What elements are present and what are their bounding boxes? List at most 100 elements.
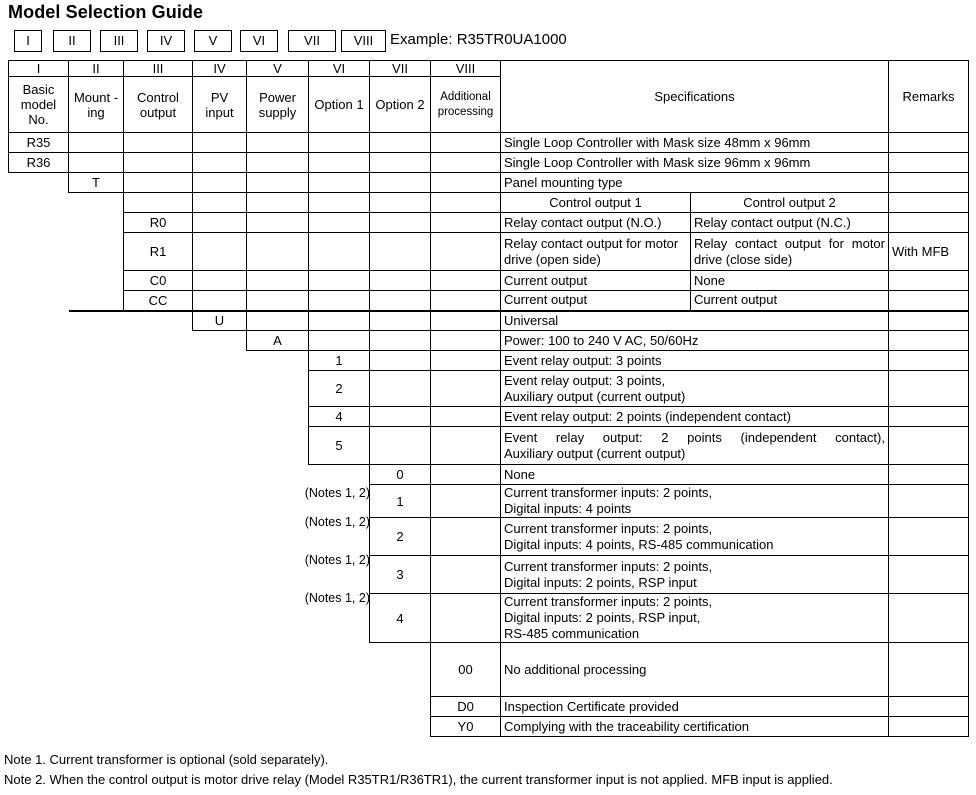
cell-col-8 [430,309,501,331]
subheader-spacer-2 [69,193,124,213]
code-4: 4 [308,406,370,427]
spec-line: Event relay output: 2 points (independen… [504,429,885,445]
spec-text: Inspection Certificate provided [500,696,889,717]
cell-col-7 [369,132,431,153]
cell-col-7 [369,270,431,291]
code-CC: CC [123,290,193,311]
remark-text [888,172,969,193]
cell-col-5 [247,427,309,465]
spec-text: Event relay output: 2 points (independen… [500,406,889,427]
cell-col-8 [430,464,501,485]
cell-col-7 [369,152,431,173]
cell-col-4 [192,172,247,193]
cell-col-5 [247,351,309,371]
cell-col-5 [247,465,309,485]
cell-col-7 [370,643,431,697]
spec-control-output-2: Current output [690,290,889,311]
key-box-iv: IV [147,30,185,52]
table-row: 4 Current transformer inputs: 2 points, Di… [9,593,969,643]
cell-col-8 [430,270,501,291]
cell-col-2 [69,371,124,407]
code-1: 1 [308,350,370,371]
spec-line: Auxiliary output (current output) [504,445,686,461]
footnotes: Note 1. Current transformer is optional … [4,750,833,790]
cell-col-1 [9,213,69,233]
code-A: A [246,330,309,351]
cell-col-2 [69,643,124,697]
cell-col-1 [9,233,69,271]
cell-col-6 [308,152,370,173]
remark-text: With MFB [888,232,969,271]
cell-col-6 [308,172,370,193]
table-row: R1 Relay contact output for motor drive (… [9,232,969,271]
code-T: T [68,172,124,193]
cell-col-1 [9,594,69,643]
spec-line: Digital inputs: 2 points, RSP input [504,574,697,590]
cell-col-6 [308,212,370,233]
header-column-5: Power supply [246,76,309,133]
cell-col-4 [193,371,247,407]
header-roman-iv: IV [192,60,247,77]
code-R1: R1 [123,232,193,271]
subheader-spacer-4 [192,192,247,213]
header-column-2: Mount -ing [68,76,124,133]
cell-col-3 [124,407,193,427]
remark-text [888,642,969,697]
cell-col-1 [9,717,69,737]
cell-col-1 [9,518,69,556]
subheader-spacer-6 [308,192,370,213]
spec-text: Power: 100 to 240 V AC, 50/60Hz [500,330,889,351]
cell-col-4 [192,132,247,153]
cell-col-4 [193,465,247,485]
spec-line: Current transformer inputs: 2 points, [504,594,713,610]
cell-col-3 [124,643,193,697]
remark-text [888,593,969,643]
remark-text [888,350,969,371]
footnote-1: Note 1. Current transformer is optional … [4,752,329,767]
cell-col-2 [69,556,124,594]
cell-col-5 [246,232,309,271]
code-2: 2 [308,370,370,407]
cell-col-5 [247,697,309,717]
subheader-spacer-1 [9,193,69,213]
remark-text [888,152,969,173]
spec-line: Current transformer inputs: 2 points, [504,558,713,574]
subheader-spacer-7 [369,192,431,213]
cell-col-4 [192,152,247,173]
spec-text: Universal [500,309,889,331]
spec-line: RS-485 communication [504,626,640,641]
remark-text [888,555,969,594]
remark-text [888,370,969,407]
table-row: 0 None [9,464,969,485]
cell-col-2 [69,407,124,427]
table-row: 4 Event relay output: 2 points (independe… [9,406,969,427]
cell-col-2 [69,697,124,717]
note-reference: (Notes 1, 2) [304,515,370,529]
code-00: 00 [430,642,501,697]
remark-text [888,212,969,233]
table-row: R35 Single Loop Controller with Mask size… [8,132,969,153]
key-box-i: I [14,30,42,52]
cell-col-6 [309,697,370,717]
cell-col-5 [246,172,309,193]
code-R35: R35 [8,132,69,153]
header-remarks: Remarks [888,60,969,133]
spec-text: Event relay output: 2 points (independen… [500,426,889,465]
cell-col-5 [246,309,309,331]
cell-col-7 [369,212,431,233]
key-box-viii: VIII [341,30,386,52]
header-roman-i: I [8,60,69,77]
spec-text: Event relay output: 3 points, Auxiliary o… [500,370,889,407]
cell-col-1 [9,465,69,485]
cell-col-2 [68,132,124,153]
code-4: 4 [369,593,431,643]
cell-col-6 [309,643,370,697]
note-reference: (Notes 1, 2) [304,591,370,605]
spec-line: Current transformer inputs: 2 points, [504,520,713,536]
cell-col-6 [308,309,370,331]
spec-text: Current transformer inputs: 2 points, Dig… [500,555,889,594]
cell-col-8 [430,484,501,518]
table-row: 1 Event relay output: 3 points [9,350,969,371]
code-U: U [192,309,247,331]
cell-col-6 [309,465,370,485]
